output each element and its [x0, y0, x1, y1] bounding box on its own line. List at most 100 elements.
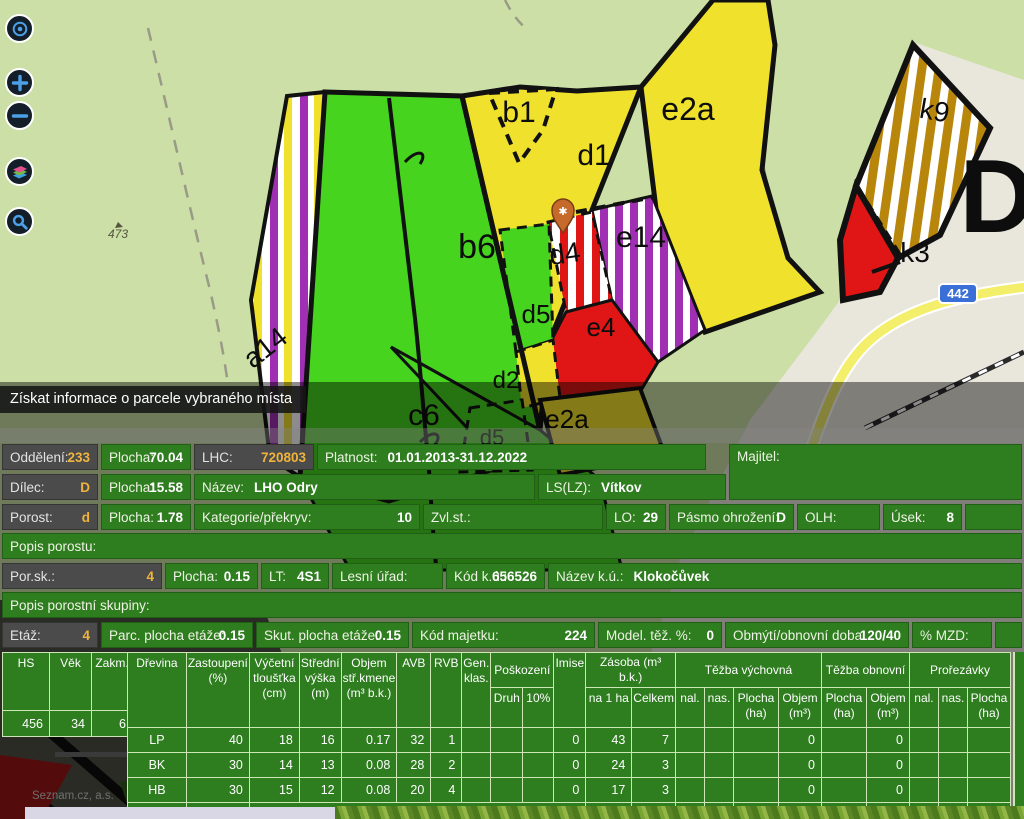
species-row: LP4018160.17321043700	[128, 728, 1011, 753]
sub-header: Objem (m³)	[778, 688, 821, 728]
species-cell: 2	[431, 753, 462, 778]
field-nazev: Název:LHO Odry	[194, 474, 535, 500]
field-oddeleni: Oddělení:233	[2, 444, 98, 470]
search-button[interactable]	[5, 207, 34, 236]
species-cell	[491, 728, 523, 753]
sub-header: Plocha (ha)	[967, 688, 1010, 728]
map-label-d1: d1	[577, 139, 610, 172]
species-cell	[462, 778, 491, 803]
field-value: 8	[946, 510, 954, 525]
field-dilec: Dílec:D	[2, 474, 98, 500]
field-nazev-ku: Název k.ú.:Klokočůvek	[548, 563, 1022, 589]
forestry-gis-app: 442 Seznam.cz, a.s. 202 b1d1e2ab6d4e14d5…	[0, 0, 1024, 819]
locate-button[interactable]	[5, 14, 34, 43]
summary-header: Věk	[50, 653, 92, 711]
field-popis-skupiny: Popis porostní skupiny:	[2, 592, 1022, 618]
map-label-b1: b1	[502, 96, 535, 129]
species-cell	[523, 728, 554, 753]
field-platnost: Platnost:01.01.2013-31.12.2022	[317, 444, 706, 470]
field-ls-lz: LS(LZ):Vítkov	[538, 474, 726, 500]
field-value: 0	[706, 628, 714, 643]
bottom-photo-strip[interactable]	[335, 806, 1024, 819]
field-value: 0.15	[224, 569, 250, 584]
group-header: Poškození	[491, 653, 554, 688]
species-cell: 20	[397, 778, 431, 803]
species-cell	[491, 778, 523, 803]
field-skut-plocha: Skut. plocha etáže:0.15	[256, 622, 409, 648]
field-label: LT:	[269, 569, 286, 584]
zoom-in-button[interactable]	[5, 68, 34, 97]
species-cell	[675, 728, 704, 753]
species-cell: 0	[778, 753, 821, 778]
field-por-sk: Por.sk.: 4	[2, 563, 162, 589]
field-label: Plocha:	[109, 480, 154, 495]
col-header: Dřevina	[128, 653, 187, 728]
field-value: 15.58	[149, 480, 183, 495]
road-shield-442: 442	[939, 284, 977, 303]
field-usek: Úsek:8	[883, 504, 962, 530]
field-value: 0.15	[219, 628, 245, 643]
species-cell: 0	[866, 778, 909, 803]
field-kod-ku: Kód k.ú.:656526	[446, 563, 545, 589]
species-cell	[938, 778, 967, 803]
sub-header: Druh	[491, 688, 523, 728]
field-label: Skut. plocha etáže:	[264, 628, 379, 643]
species-cell: 17	[586, 778, 632, 803]
field-zvl-st: Zvl.st.:	[423, 504, 603, 530]
field-model-tez: Model. těž. %:0	[598, 622, 722, 648]
sub-header: Objem (m³)	[866, 688, 909, 728]
layers-icon	[10, 162, 30, 182]
svg-text:✱: ✱	[558, 206, 567, 218]
col-header: Objem stř.kmene (m³ b.k.)	[341, 653, 397, 728]
species-cell: 30	[186, 778, 249, 803]
map-label-k9: k9	[917, 93, 952, 129]
field-popis-porostu: Popis porostu:	[2, 533, 1022, 559]
species-cell: 0	[866, 753, 909, 778]
species-cell	[938, 753, 967, 778]
species-cell	[704, 753, 733, 778]
summary-row: 456346	[3, 711, 133, 737]
species-cell: 0.17	[341, 728, 397, 753]
map-label-b6: b6	[458, 228, 496, 266]
species-cell	[523, 753, 554, 778]
species-data-table: DřevinaZastoupení (%)Výčetní tloušťka (c…	[127, 652, 1011, 819]
field-label: Lesní úřad:	[340, 569, 408, 584]
info-tooltip: Získat informace o parcele vybraného mís…	[0, 386, 306, 413]
species-cell: 0	[554, 728, 586, 753]
field-value: 10	[397, 510, 412, 525]
road-shield-label: 442	[947, 286, 969, 301]
col-header: Zastoupení (%)	[186, 653, 249, 728]
field-label: Dílec:	[10, 480, 45, 495]
map-label-e4: e4	[587, 312, 616, 342]
species-cell: 0.08	[341, 778, 397, 803]
field-label: Zvl.st.:	[431, 510, 471, 525]
field-label: Por.sk.:	[10, 569, 55, 584]
field-label: Obmýtí/obnovní doba:	[733, 628, 866, 643]
species-cell: 12	[299, 778, 341, 803]
field-parc-plocha: Parc. plocha etáže:0.15	[101, 622, 253, 648]
field-label: % MZD:	[920, 628, 969, 643]
species-cell	[821, 778, 866, 803]
layers-button[interactable]	[5, 157, 34, 186]
field-label: LO:	[614, 510, 636, 525]
field-label: Plocha:	[109, 450, 154, 465]
plus-icon	[11, 74, 29, 92]
species-cell	[967, 728, 1010, 753]
field-label: LHC:	[202, 450, 233, 465]
sub-header: Plocha (ha)	[821, 688, 866, 728]
sub-header: nas.	[704, 688, 733, 728]
species-cell	[704, 728, 733, 753]
zoom-out-button[interactable]	[5, 101, 34, 130]
species-cell: 3	[632, 778, 676, 803]
species-cell: 0	[554, 778, 586, 803]
field-majitel: Majitel:	[729, 444, 1022, 500]
field-value: 01.01.2013-31.12.2022	[388, 450, 528, 465]
species-row: HB3015120.08204017300	[128, 778, 1011, 803]
field-value: 120/40	[860, 628, 901, 643]
field-value: 4	[146, 569, 154, 584]
species-cell	[733, 778, 778, 803]
field-label: Plocha:	[173, 569, 218, 584]
sub-header: na 1 ha	[586, 688, 632, 728]
species-cell	[704, 778, 733, 803]
sub-header: nal.	[909, 688, 938, 728]
